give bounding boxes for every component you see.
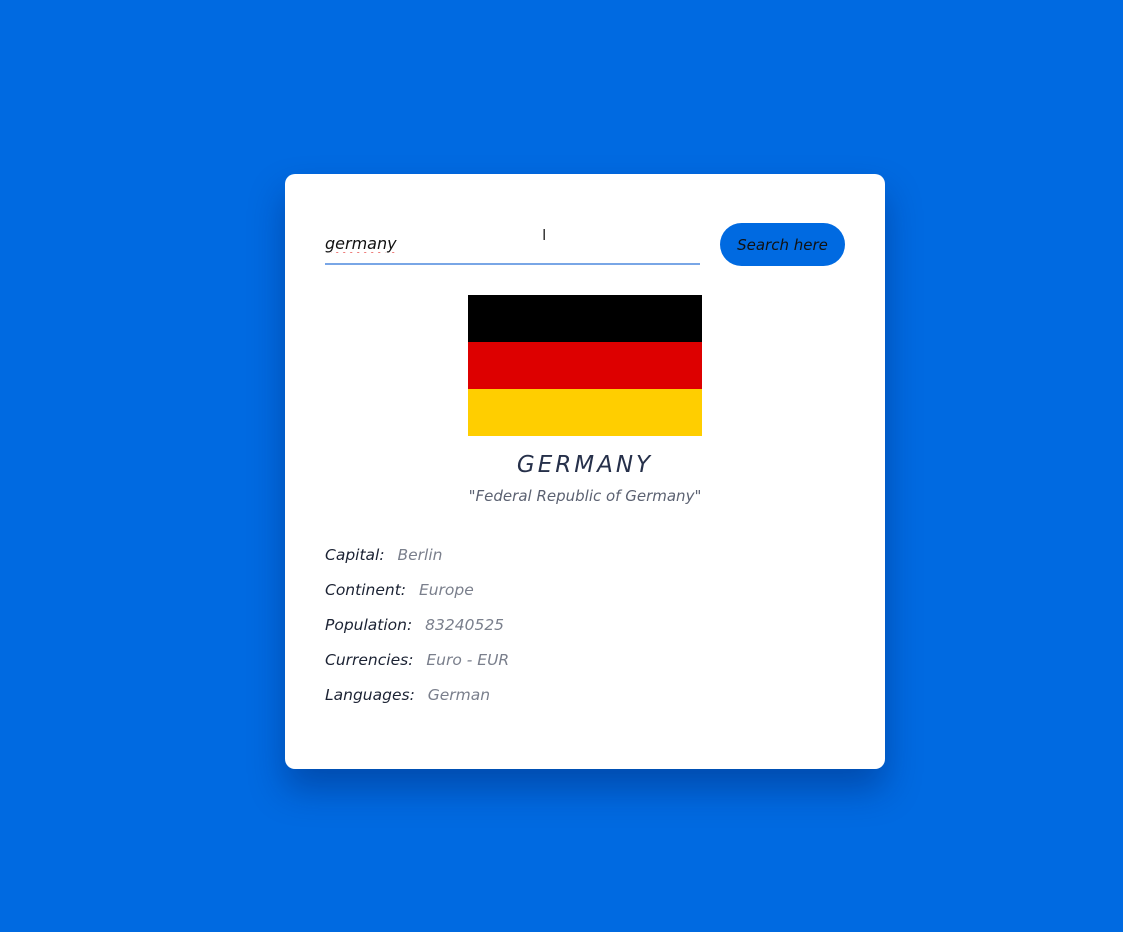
detail-row-capital: Capital: Berlin <box>325 544 845 579</box>
detail-value: German <box>427 686 491 704</box>
detail-row-continent: Continent: Europe <box>325 579 845 614</box>
detail-row-languages: Languages: German <box>325 684 845 719</box>
flag-stripe-black <box>468 295 702 342</box>
detail-row-population: Population: 83240525 <box>325 614 845 649</box>
detail-value: Berlin <box>397 546 443 564</box>
detail-value: 83240525 <box>425 616 505 634</box>
country-flag <box>468 295 702 436</box>
detail-label: Continent: <box>325 581 406 599</box>
country-name: GERMANY <box>516 452 654 478</box>
detail-value: Europe <box>418 581 474 599</box>
country-card: I Search here GERMANY "Federal Republic … <box>285 174 885 769</box>
detail-label: Population: <box>325 616 413 634</box>
search-row: I Search here <box>325 223 845 267</box>
detail-label: Languages: <box>325 686 415 704</box>
country-details: Capital: Berlin Continent: Europe Popula… <box>325 544 845 719</box>
detail-label: Capital: <box>325 546 385 564</box>
search-button[interactable]: Search here <box>720 223 845 266</box>
detail-label: Currencies: <box>325 651 414 669</box>
flag-stripe-gold <box>468 389 702 436</box>
flag-stripe-red <box>468 342 702 389</box>
search-input[interactable] <box>325 223 700 265</box>
text-cursor-icon: I <box>542 226 547 244</box>
detail-row-currencies: Currencies: Euro - EUR <box>325 649 845 684</box>
detail-value: Euro - EUR <box>426 651 510 669</box>
country-official-name: "Federal Republic of Germany" <box>468 487 702 505</box>
